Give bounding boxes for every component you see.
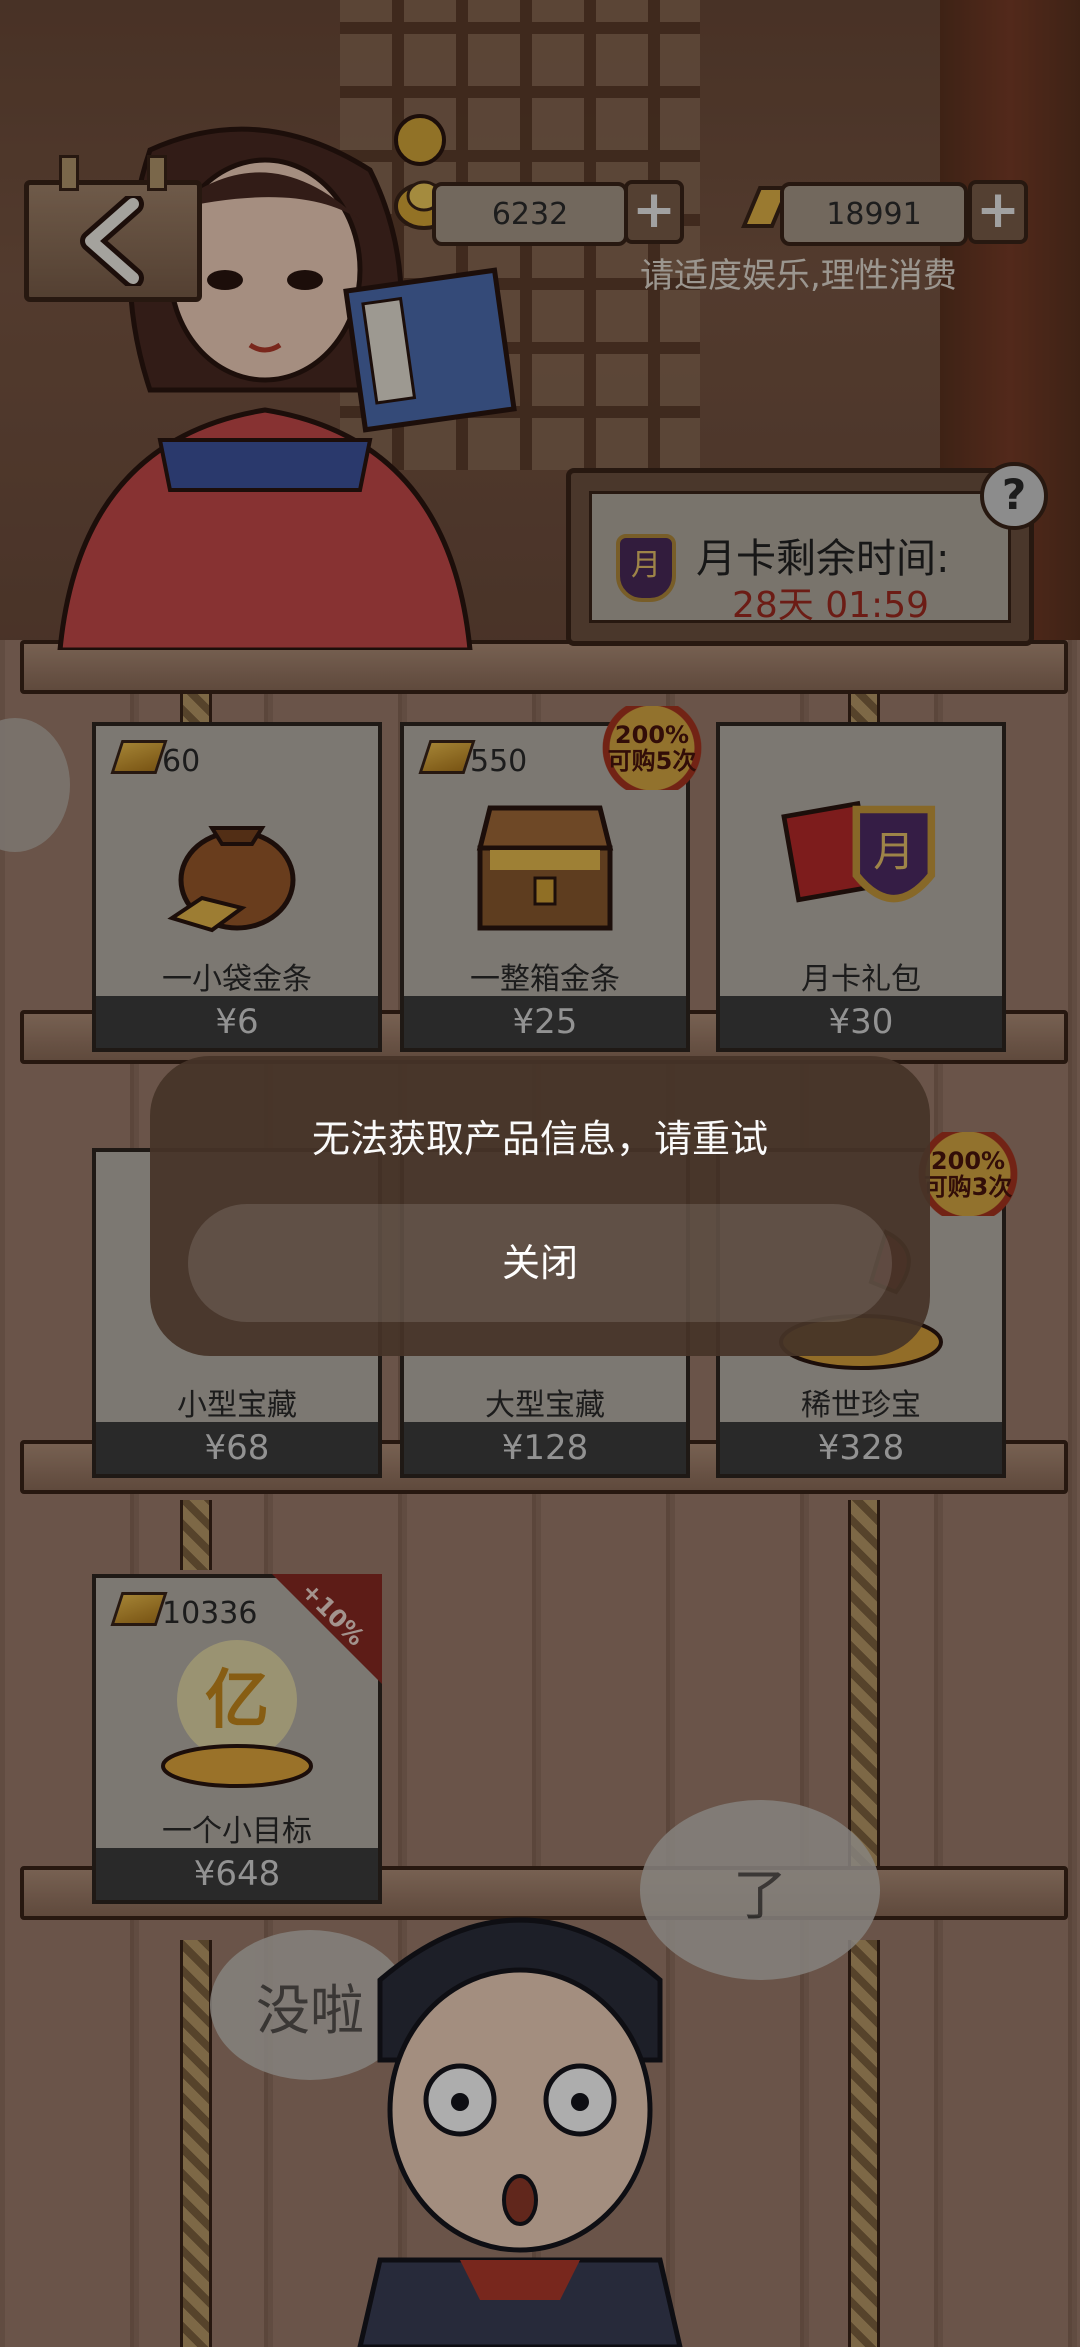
dialog-message: 无法获取产品信息，请重试 — [311, 1117, 768, 1161]
close-button[interactable]: 关闭 — [188, 1204, 892, 1322]
error-dialog: 无法获取产品信息，请重试 关闭 — [150, 1056, 930, 1356]
